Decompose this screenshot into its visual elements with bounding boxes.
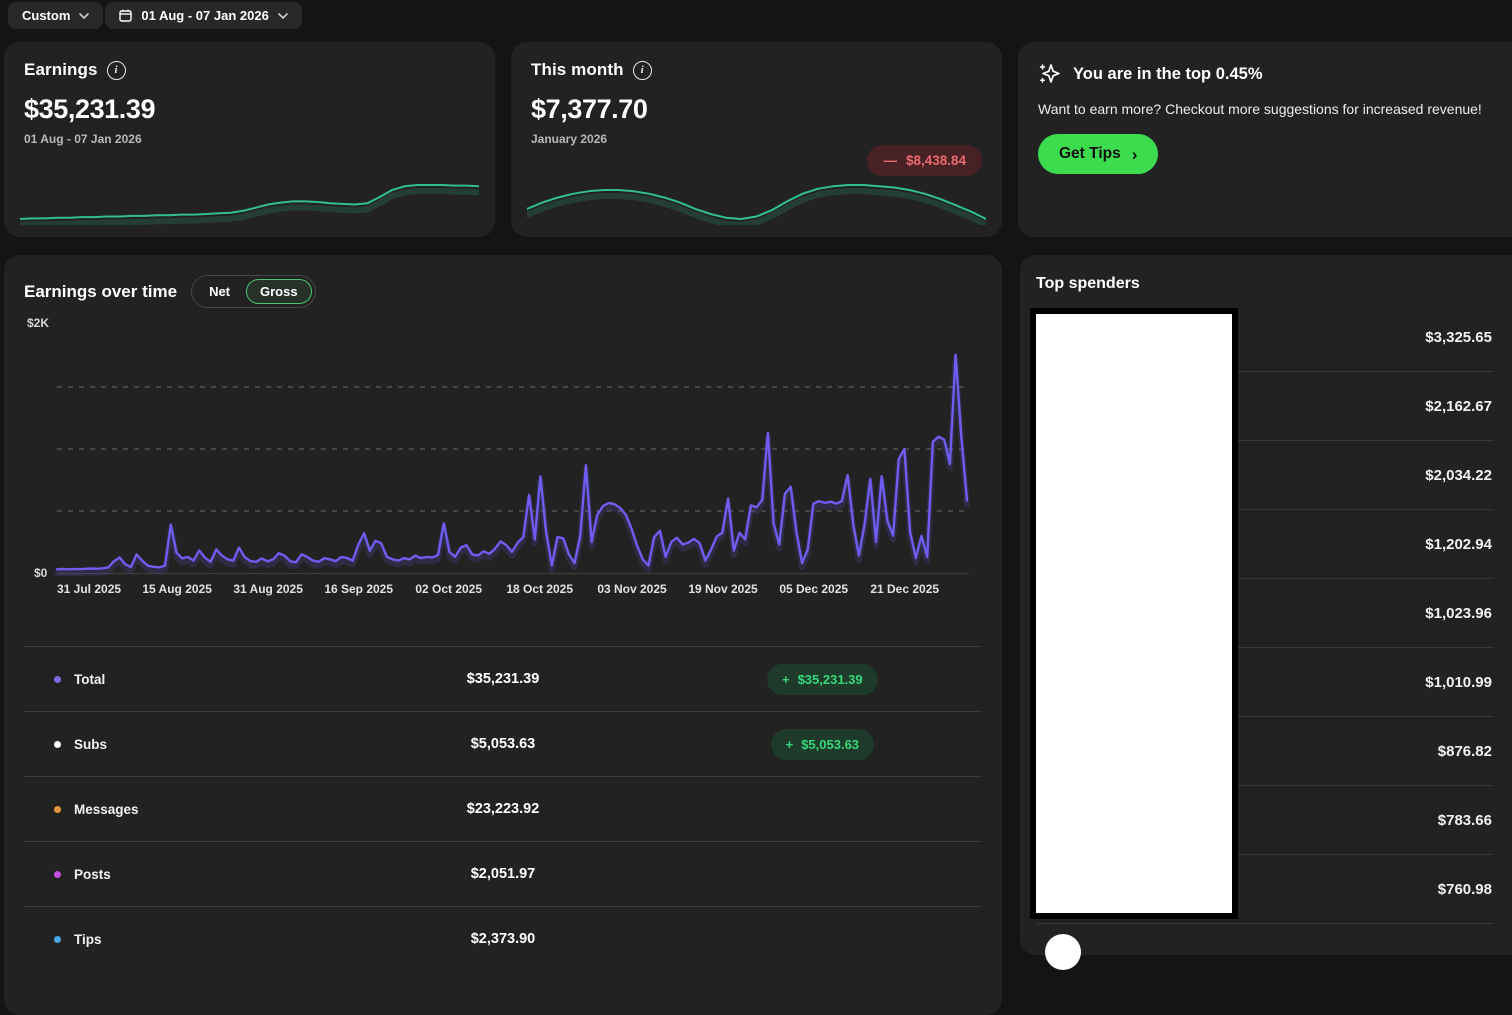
positive-amount-badge: +$5,053.63 — [771, 729, 874, 760]
plus-icon: + — [782, 672, 790, 687]
row-value: $5,053.63 — [343, 736, 662, 752]
main-content-row: Earnings over time Net Gross $2K $0 31 J… — [4, 255, 1512, 1015]
row-value: $2,051.97 — [343, 866, 662, 882]
earnings-sparkline — [20, 179, 479, 225]
delta-amount: $8,438.84 — [906, 153, 966, 168]
row-label: Total — [74, 672, 105, 687]
preset-label: Custom — [22, 8, 70, 23]
top-spenders-title: Top spenders — [1036, 273, 1494, 293]
toggle-option-gross[interactable]: Gross — [246, 279, 312, 304]
breakdown-row-messages: Messages $23,223.92 + — [24, 776, 982, 841]
earnings-over-time-card: Earnings over time Net Gross $2K $0 31 J… — [4, 255, 1002, 1015]
x-tick-label: 15 Aug 2025 — [142, 582, 212, 596]
chart-title: Earnings over time — [24, 282, 177, 302]
earnings-period: 01 Aug - 07 Jan 2026 — [24, 132, 475, 146]
info-icon[interactable]: i — [633, 61, 652, 80]
earnings-breakdown-table: Total $35,231.39 +$35,231.39 Subs $5,053… — [24, 646, 982, 971]
row-label: Posts — [74, 867, 111, 882]
x-tick-label: 05 Dec 2025 — [779, 582, 848, 596]
this-month-amount: $7,377.70 — [531, 94, 982, 125]
this-month-card-title: This month — [531, 60, 624, 80]
get-tips-button[interactable]: Get Tips › — [1038, 134, 1158, 174]
date-filter-bar: Custom 01 Aug - 07 Jan 2026 — [0, 0, 1512, 30]
line-chart-svg — [24, 314, 982, 606]
row-label: Subs — [74, 737, 107, 752]
date-range-label: 01 Aug - 07 Jan 2026 — [141, 8, 268, 23]
chevron-down-icon — [79, 13, 89, 19]
info-icon[interactable]: i — [107, 61, 126, 80]
spender-amount: $1,010.99 — [1425, 674, 1492, 691]
negative-delta-badge: — $8,438.84 — [867, 145, 982, 176]
arrow-right-icon: › — [1132, 146, 1138, 163]
minus-icon: — — [883, 153, 897, 168]
summary-cards-row: Earnings i $35,231.39 01 Aug - 07 Jan 20… — [4, 42, 1512, 237]
breakdown-row-tips: Tips $2,373.90 + — [24, 906, 982, 971]
avatar — [1045, 934, 1081, 970]
calendar-icon — [119, 9, 132, 22]
breakdown-row-subs: Subs $5,053.63 +$5,053.63 — [24, 711, 982, 776]
series-color-dot — [54, 741, 61, 748]
spender-amount: $1,023.96 — [1425, 605, 1492, 622]
x-tick-label: 31 Jul 2025 — [57, 582, 121, 596]
get-tips-label: Get Tips — [1059, 145, 1121, 163]
earnings-line-chart: $2K $0 31 Jul 202515 Aug 202531 Aug 2025… — [24, 314, 982, 606]
earnings-total-amount: $35,231.39 — [24, 94, 475, 125]
top-percent-promo-card: You are in the top 0.45% Want to earn mo… — [1018, 42, 1512, 237]
series-color-dot — [54, 936, 61, 943]
x-tick-label: 21 Dec 2025 — [870, 582, 939, 596]
this-month-period: January 2026 — [531, 132, 982, 146]
x-tick-label: 19 Nov 2025 — [688, 582, 757, 596]
spender-amount: $760.98 — [1438, 881, 1492, 898]
chevron-down-icon — [278, 13, 288, 19]
net-gross-toggle: Net Gross — [191, 275, 316, 308]
x-tick-label: 03 Nov 2025 — [597, 582, 666, 596]
spender-amount: $1,202.94 — [1425, 536, 1492, 553]
row-label: Tips — [74, 932, 102, 947]
spender-amount: $2,162.67 — [1425, 398, 1492, 415]
spender-amount: $783.66 — [1438, 812, 1492, 829]
spender-amount: $3,325.65 — [1425, 329, 1492, 346]
x-tick-label: 31 Aug 2025 — [233, 582, 303, 596]
date-range-dropdown[interactable]: 01 Aug - 07 Jan 2026 — [105, 2, 301, 29]
earnings-card: Earnings i $35,231.39 01 Aug - 07 Jan 20… — [4, 42, 495, 237]
breakdown-row-total: Total $35,231.39 +$35,231.39 — [24, 646, 982, 711]
sparkles-icon — [1038, 62, 1062, 86]
spender-amount: $2,034.22 — [1425, 467, 1492, 484]
preset-dropdown[interactable]: Custom — [8, 2, 103, 29]
redaction-overlay — [1030, 308, 1238, 919]
row-value: $2,373.90 — [343, 931, 662, 947]
row-value: $35,231.39 — [343, 671, 662, 687]
this-month-card: This month i $7,377.70 January 2026 — $8… — [511, 42, 1002, 237]
series-color-dot — [54, 676, 61, 683]
x-tick-label: 16 Sep 2025 — [324, 582, 393, 596]
x-tick-label: 02 Oct 2025 — [415, 582, 482, 596]
breakdown-row-posts: Posts $2,051.97 + — [24, 841, 982, 906]
earnings-card-title: Earnings — [24, 60, 98, 80]
top-percent-title: You are in the top 0.45% — [1073, 65, 1262, 84]
x-tick-label: 18 Oct 2025 — [506, 582, 573, 596]
promo-body-text: Want to earn more? Checkout more suggest… — [1038, 100, 1483, 118]
this-month-sparkline — [527, 179, 986, 225]
series-color-dot — [54, 871, 61, 878]
spender-amount: $876.82 — [1438, 743, 1492, 760]
top-spenders-card: Top spenders $3,325.65 $2,162.67 $2,034.… — [1020, 255, 1512, 955]
toggle-option-net[interactable]: Net — [195, 279, 244, 304]
plus-icon: + — [786, 737, 794, 752]
row-label: Messages — [74, 802, 139, 817]
series-color-dot — [54, 806, 61, 813]
spender-row-partial[interactable] — [1036, 924, 1494, 993]
positive-amount-badge: +$35,231.39 — [767, 664, 878, 695]
row-value: $23,223.92 — [343, 801, 662, 817]
